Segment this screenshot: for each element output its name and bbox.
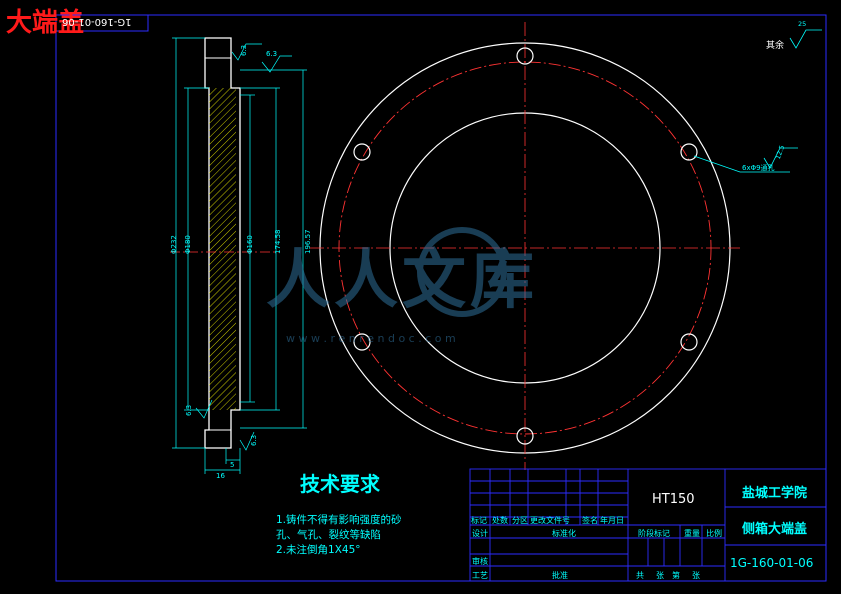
sheet-no-unit: 张 (692, 571, 700, 580)
header-mark: 标记 (471, 516, 487, 525)
roughness-rest-value: 25 (798, 20, 806, 28)
bolt-hole (353, 143, 371, 161)
mirrored-code: 1G-160-01-06 (62, 16, 132, 27)
dim-step: 5 (230, 461, 234, 469)
weight-label: 重量 (684, 529, 700, 538)
hole-note: 6xΦ9通孔 (742, 163, 775, 172)
roughness-bottom-left: 6.3 (185, 405, 193, 416)
header-zone: 分区 (512, 516, 528, 525)
tech-item-3: 2.未注倒角1X45° (276, 544, 361, 556)
tech-item-2: 孔、气孔、裂纹等缺陷 (276, 529, 381, 541)
rest-roughness-symbol (789, 29, 822, 49)
row-approve: 批准 (552, 571, 568, 580)
drawing-number: 1G-160-01-06 (730, 556, 814, 570)
header-date: 年月日 (600, 516, 624, 525)
drawing-canvas: 6.3 6.3 6.3 6.3 Φ232 Φ180 Φ160 174.58 19… (55, 14, 827, 582)
section-hatch (209, 88, 236, 410)
scale-label: 比例 (706, 529, 722, 538)
sheet-total-unit: 张 (656, 571, 664, 580)
row-design: 设计 (472, 529, 488, 538)
part-name: 侧箱大端盖 (742, 522, 808, 537)
tech-item-1: 1.铸件不得有影响强度的砂 (276, 514, 402, 526)
school-name: 盐城工学院 (742, 486, 808, 501)
dim-mid: Φ180 (184, 235, 192, 254)
hole-roughness: 12.5 (774, 144, 786, 160)
row-review: 审核 (472, 557, 488, 566)
roughness-rest-label: 其余 (766, 39, 784, 51)
roughness-top: 6.3 (240, 45, 248, 56)
watermark: 人人文库 w w w . r e n r e n d o c . c o m (266, 227, 538, 345)
material: HT150 (652, 492, 695, 507)
watermark-text: 人人文库 (266, 243, 538, 318)
header-count: 处数 (492, 516, 508, 525)
header-sign: 签名 (582, 516, 598, 525)
row-standard: 标准化 (552, 529, 576, 538)
stage-mark: 阶段标记 (638, 529, 670, 538)
tech-requirements-title: 技术要求 (300, 472, 380, 496)
bolt-hole (680, 143, 698, 161)
roughness-face: 6.3 (266, 50, 277, 58)
header-change: 更改文件号 (530, 516, 570, 525)
row-process: 工艺 (472, 571, 488, 580)
dim-bottom: 16 (216, 472, 225, 480)
sheet-total: 共 (636, 571, 644, 580)
roughness-bottom-right: 6.3 (250, 435, 258, 446)
sheet-no: 第 (672, 571, 680, 580)
watermark-url: w w w . r e n r e n d o c . c o m (286, 332, 456, 345)
dim-inner: Φ160 (246, 235, 254, 254)
dim-outer: Φ232 (170, 235, 178, 254)
